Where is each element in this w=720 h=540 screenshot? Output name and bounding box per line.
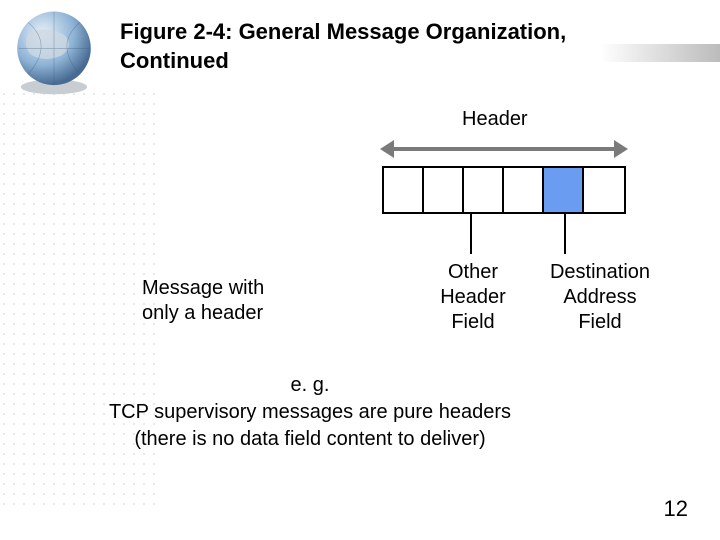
page-number: 12: [664, 496, 688, 522]
header-cell: [504, 168, 544, 212]
message-with-header-label: Message with only a header: [142, 276, 264, 326]
header-cell: [384, 168, 424, 212]
header-label: Header: [462, 108, 528, 131]
other-header-field-label: Other Header Field: [418, 260, 528, 335]
header-cell: [424, 168, 464, 212]
header-fields-box: [382, 166, 626, 214]
destination-address-cell: [544, 168, 584, 212]
header-cell: [464, 168, 504, 212]
arrow-line: [388, 147, 620, 151]
arrow-right-icon: [614, 140, 628, 158]
connector-line: [564, 214, 566, 254]
connector-line: [470, 214, 472, 254]
globe-icon: [8, 6, 100, 98]
header-span-arrow: [380, 140, 628, 158]
figure-title: Figure 2-4: General Message Organization…: [120, 18, 640, 75]
header-cell: [584, 168, 624, 212]
destination-address-field-label: Destination Address Field: [540, 260, 660, 335]
slide: Figure 2-4: General Message Organization…: [0, 0, 720, 540]
example-text: e. g. TCP supervisory messages are pure …: [80, 372, 540, 453]
